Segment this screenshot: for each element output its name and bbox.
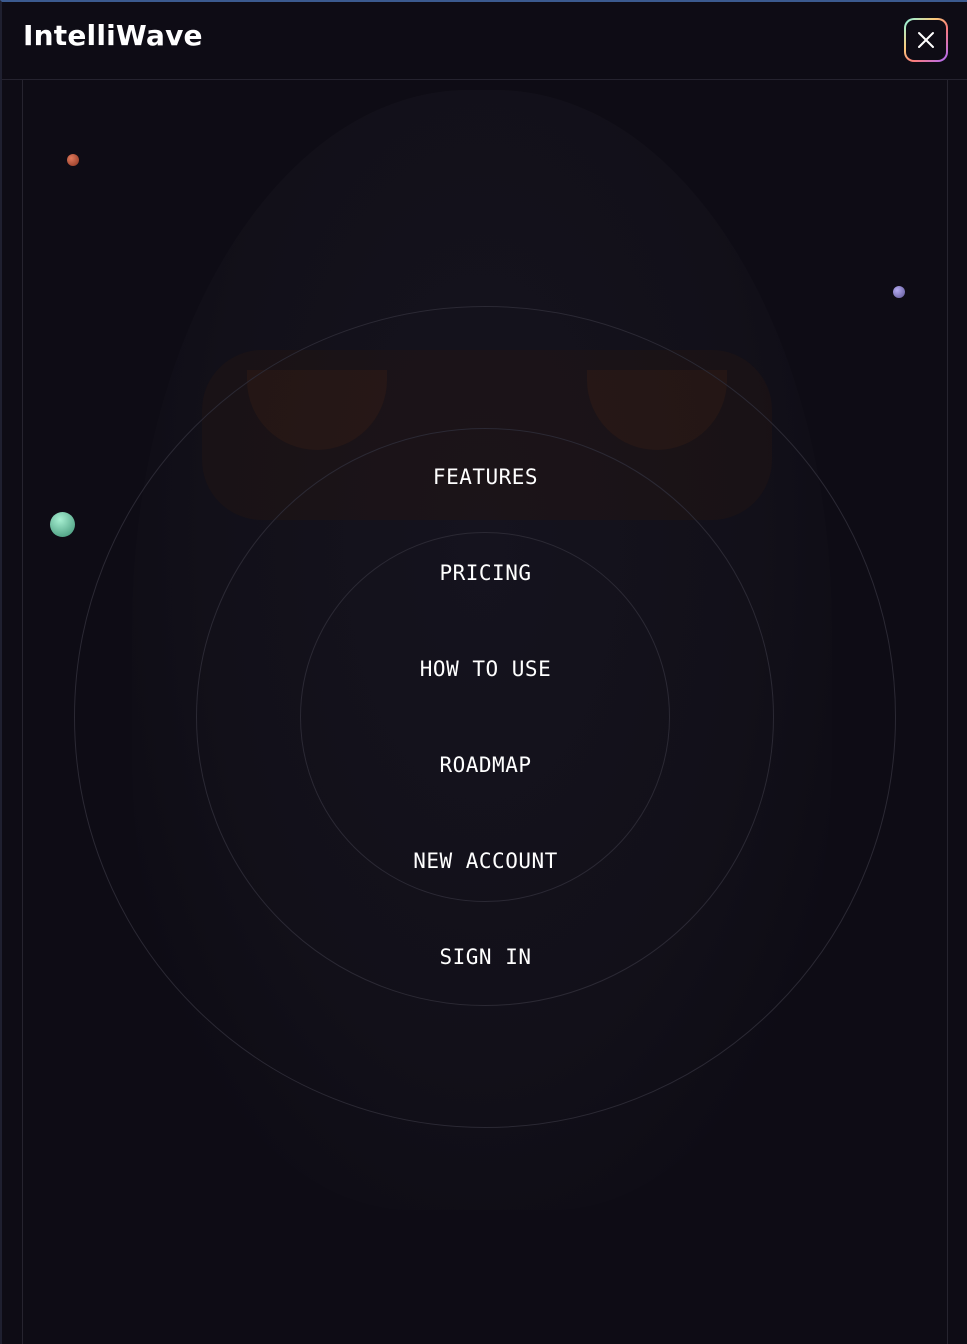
logo[interactable]: IntelliWave <box>23 19 203 52</box>
menu-item-pricing[interactable]: PRICING <box>2 558 967 588</box>
close-icon <box>918 32 934 48</box>
close-menu-button[interactable] <box>904 18 948 62</box>
mobile-menu-page: IntelliWave FEATURES PRICING HOW TO USE … <box>0 0 967 1344</box>
menu-item-new-account[interactable]: NEW ACCOUNT <box>2 846 967 876</box>
menu-item-features[interactable]: FEATURES <box>2 462 967 492</box>
menu-item-roadmap[interactable]: ROADMAP <box>2 750 967 780</box>
menu-item-how-to-use[interactable]: HOW TO USE <box>2 654 967 684</box>
menu-item-sign-in[interactable]: SIGN IN <box>2 942 967 972</box>
header: IntelliWave <box>2 2 967 80</box>
main-navigation: FEATURES PRICING HOW TO USE ROADMAP NEW … <box>2 2 967 1344</box>
